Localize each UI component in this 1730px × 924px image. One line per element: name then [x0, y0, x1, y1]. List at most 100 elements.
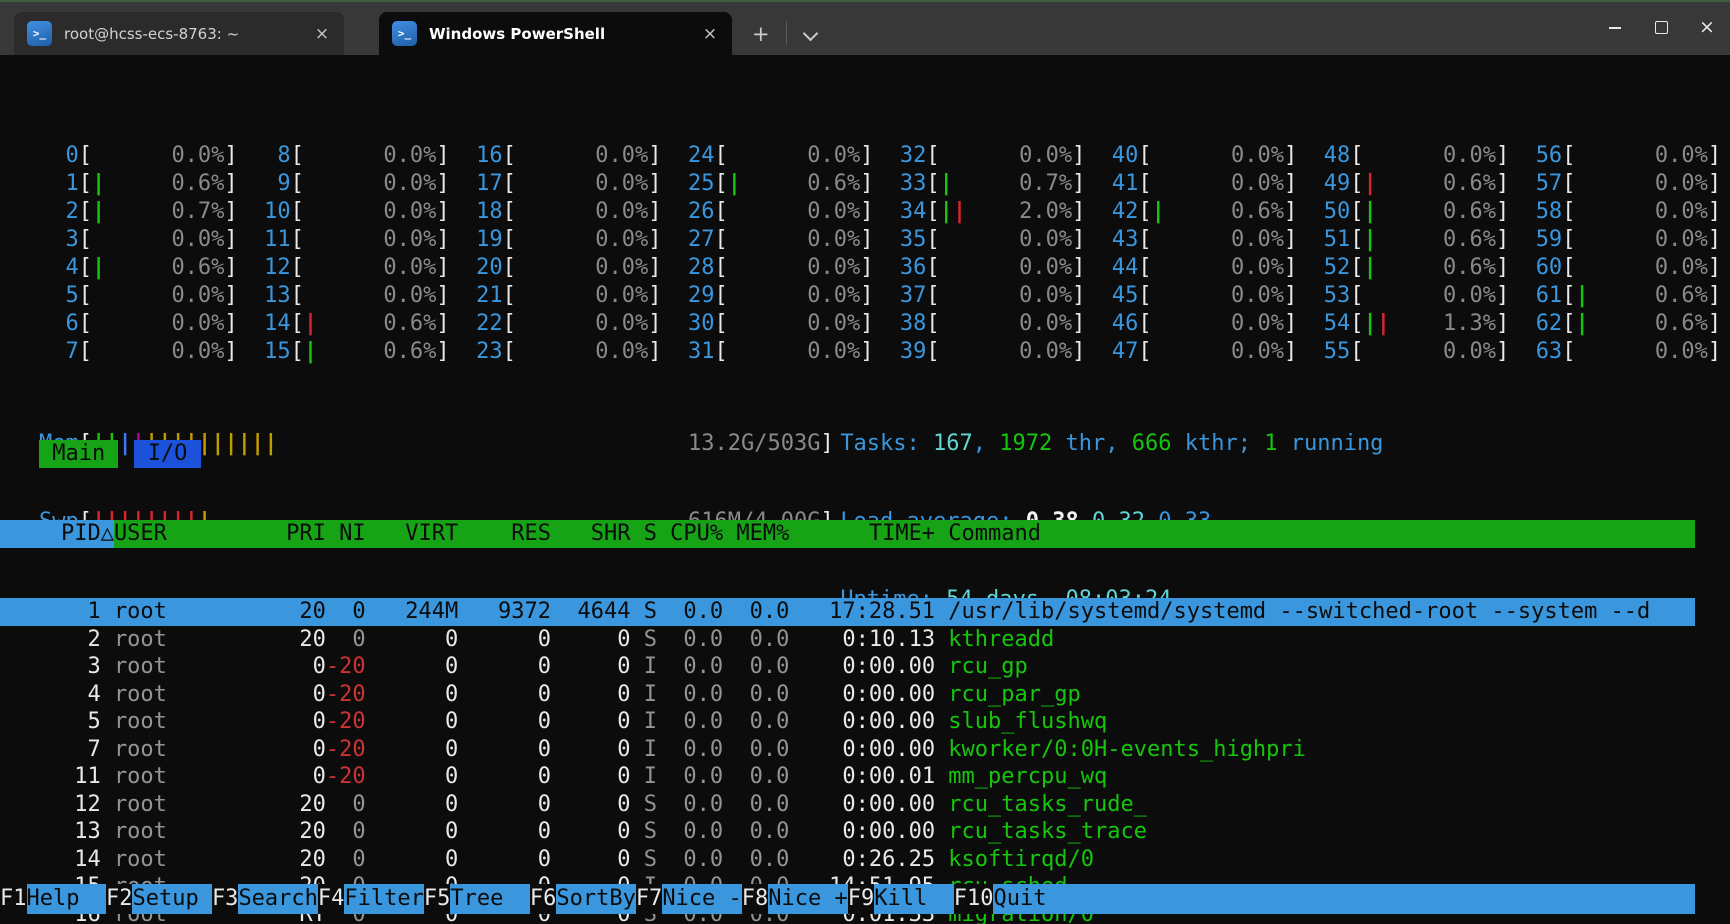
cpu-percent: 0.6%	[1443, 198, 1496, 226]
col-state[interactable]: S	[630, 520, 656, 548]
fkey-action-F6[interactable]: SortBy	[556, 884, 635, 914]
cpu-meter-40: 40[0.0%]	[1099, 142, 1311, 170]
col-ni[interactable]: NI	[326, 520, 366, 548]
cpu-meter-33: 33[|0.7%]	[887, 170, 1099, 198]
cpu-percent: 0.0%	[807, 254, 860, 282]
cell-time: 0:10.13	[789, 626, 935, 654]
cell-mem-percent: 0.0	[723, 708, 789, 736]
col-time[interactable]: TIME+	[789, 520, 935, 548]
cpu-id: 55	[1311, 338, 1351, 366]
tab-close-icon[interactable]: ×	[696, 20, 724, 48]
meter-close-bracket: ]	[1072, 142, 1085, 170]
process-row-pid-14[interactable]: 14 root200000S0.00.00:26.25ksoftirqd/0	[0, 846, 1730, 874]
fkey-action-F7[interactable]: Nice -	[662, 884, 741, 914]
meter-open-bracket: [	[1138, 282, 1151, 310]
cell-gap	[101, 818, 114, 846]
cell-pri: 0	[246, 681, 325, 709]
meter-bar-g: |	[1364, 255, 1377, 280]
meter-open-bracket: [	[503, 226, 516, 254]
cpu-id: 38	[887, 310, 927, 338]
close-button[interactable]: ×	[1684, 0, 1730, 55]
fkey-action-F3[interactable]: Search	[238, 884, 317, 914]
process-row-pid-5[interactable]: 5 root0-20000I0.00.00:00.00slub_flushwq	[0, 708, 1730, 736]
fkey-F3: F3	[212, 884, 239, 914]
meter-body: 0.0%	[940, 142, 1072, 170]
cpu-id: 4	[39, 254, 79, 282]
cpu-percent: 0.0%	[1019, 282, 1072, 310]
fkey-action-F2[interactable]: Setup	[132, 884, 211, 914]
col-shr[interactable]: SHR	[551, 520, 630, 548]
col-pri[interactable]: PRI	[246, 520, 325, 548]
new-tab-button[interactable]: +	[752, 24, 770, 45]
cpu-percent: 0.6%	[1443, 170, 1496, 198]
process-row-pid-2[interactable]: 2 root200000S0.00.00:10.13kthreadd	[0, 626, 1730, 654]
col-pid[interactable]: PID	[8, 520, 101, 548]
cpu-id: 52	[1311, 254, 1351, 282]
meter-body: |0.6%	[304, 310, 436, 338]
cpu-percent: 0.0%	[1655, 226, 1708, 254]
process-row-pid-12[interactable]: 12 root200000S0.00.00:00.00rcu_tasks_rud…	[0, 791, 1730, 819]
col-cpu[interactable]: CPU%	[657, 520, 723, 548]
process-row-pid-1[interactable]: 1 root200244M93724644S0.00.017:28.51/usr…	[0, 598, 1695, 626]
table-header[interactable]: PID△USERPRINIVIRTRESSHRSCPU%MEM%TIME+Com…	[0, 520, 1695, 548]
cpu-id: 49	[1311, 170, 1351, 198]
tab-windows-powershell[interactable]: >_ Windows PowerShell ×	[379, 12, 732, 55]
cpu-percent: 0.6%	[1443, 226, 1496, 254]
col-res[interactable]: RES	[458, 520, 551, 548]
cell-state: S	[630, 818, 656, 846]
tab-close-icon[interactable]: ×	[308, 20, 336, 48]
tab-remote-session[interactable]: >_ root@hcss-ecs-8763: ~ ×	[14, 12, 344, 55]
maximize-button[interactable]	[1638, 0, 1684, 55]
cpu-meter-18: 18[0.0%]	[463, 198, 675, 226]
cpu-meter-14: 14[|0.6%]	[251, 310, 463, 338]
cpu-percent: 0.0%	[1231, 170, 1284, 198]
meter-open-bracket: [	[926, 142, 939, 170]
fkey-action-F9[interactable]: Kill	[874, 884, 953, 914]
process-row-pid-3[interactable]: 3 root0-20000I0.00.00:00.00rcu_gp	[0, 653, 1730, 681]
meter-value: 13.2G/503G	[688, 430, 820, 458]
col-virt[interactable]: VIRT	[366, 520, 459, 548]
fkey-action-F10[interactable]: Quit	[993, 884, 1072, 914]
cpu-percent: 1.3%	[1443, 310, 1496, 338]
cell-pid: 4	[8, 681, 101, 709]
cell-command: rcu_tasks_rude_	[935, 791, 1147, 819]
col-command[interactable]: Command	[935, 520, 1041, 548]
col-mem[interactable]: MEM%	[723, 520, 789, 548]
cpu-meter-36: 36[0.0%]	[887, 254, 1099, 282]
minimize-button[interactable]	[1592, 0, 1638, 55]
tab-main[interactable]: Main	[39, 440, 118, 468]
cell-virt: 0	[366, 818, 459, 846]
process-row-pid-4[interactable]: 4 root0-20000I0.00.00:00.00rcu_par_gp	[0, 681, 1730, 709]
chevron-down-icon[interactable]	[802, 26, 818, 42]
fkey-action-F5[interactable]: Tree	[450, 884, 529, 914]
fkey-action-F1[interactable]: Help	[27, 884, 106, 914]
meter-bar-g: |	[1575, 283, 1588, 308]
cell-pid: 14	[8, 846, 101, 874]
tasks-summary: Tasks: 167, 1972 thr, 666 kthr; 1 runnin…	[840, 430, 1383, 458]
meter-close-bracket: ]	[1072, 198, 1085, 226]
cpu-percent: 0.0%	[383, 254, 436, 282]
process-row-pid-7[interactable]: 7 root0-20000I0.00.00:00.00kworker/0:0H-…	[0, 736, 1730, 764]
process-row-pid-13[interactable]: 13 root200000S0.00.00:00.00rcu_tasks_tra…	[0, 818, 1730, 846]
fkey-action-F8[interactable]: Nice +	[768, 884, 847, 914]
process-row-pid-11[interactable]: 11 root0-20000I0.00.00:00.01mm_percpu_wq	[0, 763, 1730, 791]
sort-arrow-icon[interactable]: △	[101, 520, 114, 548]
cell-state: S	[630, 626, 656, 654]
cpu-percent: 0.0%	[595, 310, 648, 338]
col-user[interactable]: USER	[114, 520, 246, 548]
cell-gap	[101, 846, 114, 874]
cpu-meter-44: 44[0.0%]	[1099, 254, 1311, 282]
meter-close-bracket: ]	[224, 282, 237, 310]
cell-shr: 0	[551, 818, 630, 846]
cell-ni: -20	[326, 653, 366, 681]
tab-io[interactable]: I/O	[134, 440, 200, 468]
cpu-percent: 0.0%	[1231, 254, 1284, 282]
meter-body: 0.0%	[516, 226, 648, 254]
cell-cpu-percent: 0.0	[657, 791, 723, 819]
cpu-percent: 0.0%	[1655, 170, 1708, 198]
meter-open-bracket: [	[1350, 198, 1363, 226]
cpu-meter-54: 54[||1.3%]	[1311, 310, 1523, 338]
fkey-action-F4[interactable]: Filter	[344, 884, 423, 914]
cell-time: 0:00.00	[789, 653, 935, 681]
cpu-id: 7	[39, 338, 79, 366]
